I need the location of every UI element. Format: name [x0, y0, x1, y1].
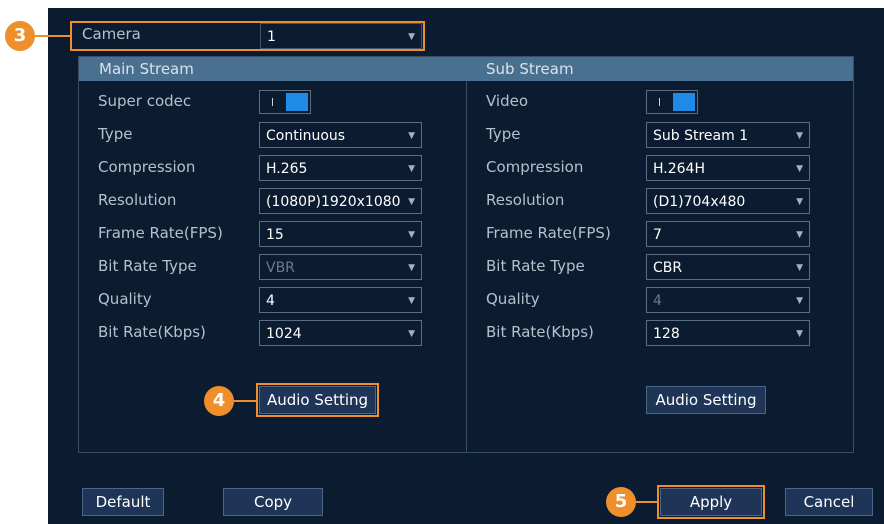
main-bit-rate-label: Bit Rate(Kbps): [98, 323, 206, 341]
video-label: Video: [486, 92, 529, 110]
sub-quality-select: 4 ▼: [646, 287, 810, 313]
chevron-down-icon: ▼: [408, 230, 415, 240]
copy-button[interactable]: Copy: [223, 488, 323, 516]
callout-5-badge: 5: [606, 487, 636, 517]
chevron-down-icon: ▼: [796, 230, 803, 240]
callout-5-highlight: [657, 485, 765, 519]
main-resolution-label: Resolution: [98, 191, 177, 209]
sub-type-label: Type: [486, 125, 521, 143]
chevron-down-icon: ▼: [796, 329, 803, 339]
chevron-down-icon: ▼: [408, 164, 415, 174]
chevron-down-icon: ▼: [796, 197, 803, 207]
chevron-down-icon: ▼: [408, 263, 415, 273]
sub-bit-rate-type-label: Bit Rate Type: [486, 257, 585, 275]
default-button[interactable]: Default: [82, 488, 164, 516]
chevron-down-icon: ▼: [408, 296, 415, 306]
chevron-down-icon: ▼: [796, 296, 803, 306]
callout-4-leader: [234, 400, 258, 402]
callout-3-badge: 3: [5, 21, 35, 51]
sub-bit-rate-type-select[interactable]: CBR ▼: [646, 254, 810, 280]
chevron-down-icon: ▼: [796, 263, 803, 273]
sub-resolution-select[interactable]: (D1)704x480 ▼: [646, 188, 810, 214]
main-bit-rate-type-label: Bit Rate Type: [98, 257, 197, 275]
main-frame-rate-select[interactable]: 15 ▼: [259, 221, 422, 247]
sub-compression-select[interactable]: H.264H ▼: [646, 155, 810, 181]
main-quality-select[interactable]: 4 ▼: [259, 287, 422, 313]
main-bit-rate-type-select: VBR ▼: [259, 254, 422, 280]
sub-bit-rate-label: Bit Rate(Kbps): [486, 323, 594, 341]
callout-4-highlight: [256, 383, 379, 417]
chevron-down-icon: ▼: [408, 329, 415, 339]
sub-frame-rate-label: Frame Rate(FPS): [486, 224, 611, 242]
sub-frame-rate-select[interactable]: 7 ▼: [646, 221, 810, 247]
super-codec-label: Super codec: [98, 92, 192, 110]
chevron-down-icon: ▼: [796, 131, 803, 141]
cancel-button[interactable]: Cancel: [785, 488, 873, 516]
video-toggle[interactable]: [646, 90, 698, 114]
sub-compression-label: Compression: [486, 158, 584, 176]
callout-3-leader: [35, 35, 72, 37]
main-compression-select[interactable]: H.265 ▼: [259, 155, 422, 181]
stream-header: [79, 57, 853, 81]
sub-type-select[interactable]: Sub Stream 1 ▼: [646, 122, 810, 148]
main-frame-rate-label: Frame Rate(FPS): [98, 224, 223, 242]
chevron-down-icon: ▼: [796, 164, 803, 174]
stream-divider: [466, 81, 467, 452]
main-compression-label: Compression: [98, 158, 196, 176]
chevron-down-icon: ▼: [408, 189, 415, 213]
chevron-down-icon: ▼: [408, 131, 415, 141]
sub-resolution-label: Resolution: [486, 191, 565, 209]
main-stream-title: Main Stream: [99, 60, 194, 78]
main-resolution-select[interactable]: (1080P)1920x1080 ▼: [259, 188, 422, 214]
callout-3-highlight: [70, 21, 425, 51]
sub-bit-rate-select[interactable]: 128 ▼: [646, 320, 810, 346]
settings-panel: Camera 1 ▼ Main Stream Sub Stream Super …: [48, 8, 884, 524]
sub-audio-setting-button[interactable]: Audio Setting: [646, 386, 766, 414]
callout-4-badge: 4: [204, 386, 234, 416]
main-bit-rate-select[interactable]: 1024 ▼: [259, 320, 422, 346]
main-quality-label: Quality: [98, 290, 152, 308]
main-type-select[interactable]: Continuous ▼: [259, 122, 422, 148]
super-codec-toggle[interactable]: [259, 90, 311, 114]
sub-stream-title: Sub Stream: [486, 60, 574, 78]
sub-quality-label: Quality: [486, 290, 540, 308]
main-type-label: Type: [98, 125, 133, 143]
callout-5-leader: [636, 501, 659, 503]
